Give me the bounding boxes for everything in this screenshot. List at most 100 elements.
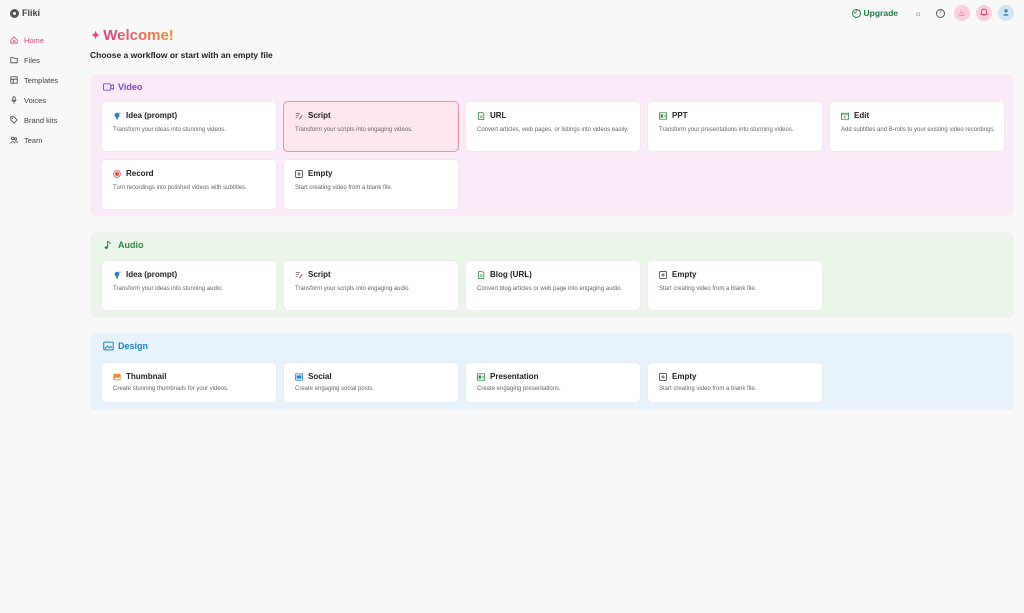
card-title: Blog (URL) (490, 270, 532, 279)
card-video-idea[interactable]: Idea (prompt) Transform your ideas into … (102, 102, 276, 151)
sidebar-item-voices[interactable]: Voices (8, 90, 78, 110)
section-title-label: Design (118, 341, 149, 351)
sidebar-item-label: Files (24, 55, 40, 65)
sparkle-icon: ✦ (91, 30, 101, 42)
presentation-icon (477, 372, 485, 381)
document-icon (477, 111, 485, 120)
home-icon (10, 36, 18, 44)
card-description: Create engaging social posts. (295, 386, 375, 392)
section-title-label: Video (118, 82, 143, 92)
video-section: Video Idea (prompt) Transform your ideas… (90, 74, 1014, 216)
logo-icon (10, 8, 19, 18)
upgrade-label: Upgrade (863, 8, 898, 18)
audio-section: Audio Idea (prompt) Transform your ideas… (90, 232, 1014, 318)
sun-icon: ☼ (914, 8, 922, 18)
add-square-icon (295, 169, 303, 178)
check-circle-icon: ✓ (851, 8, 861, 18)
app-logo[interactable]: Fliki (10, 8, 40, 18)
notifications-button[interactable] (976, 5, 992, 21)
card-description: Start creating video from a blank file. (295, 185, 393, 191)
theme-toggle-button[interactable]: ☼ (910, 5, 926, 21)
card-audio-script[interactable]: Script Transform your scripts into engag… (284, 261, 458, 310)
help-icon: ? (935, 8, 945, 18)
template-icon (10, 76, 18, 84)
card-description: Start creating video from a blank file. (659, 286, 757, 292)
record-icon (113, 169, 121, 178)
card-video-ppt[interactable]: PPT Transform your presentations into st… (648, 102, 822, 151)
card-title: Presentation (490, 372, 539, 381)
notification-fire-button[interactable]: ♨ (954, 5, 970, 21)
card-title: URL (490, 111, 507, 120)
sidebar-item-team[interactable]: Team (8, 130, 78, 150)
help-button[interactable]: ? (932, 5, 948, 21)
app-name: Fliki (22, 8, 41, 18)
sidebar-item-label: Home (24, 35, 45, 45)
card-title: Idea (prompt) (126, 111, 178, 120)
sidebar-item-label: Voices (24, 95, 47, 105)
card-title: Edit (854, 111, 870, 120)
sidebar-item-home[interactable]: Home (8, 30, 78, 50)
microphone-icon (10, 96, 18, 104)
welcome-text: Welcome! (103, 27, 174, 44)
card-description: Add subtitles and B-rolls to your existi… (841, 127, 996, 133)
music-note-icon (103, 240, 114, 250)
folder-icon (10, 56, 18, 64)
page-title: ✦ Welcome! (91, 27, 174, 44)
team-icon (10, 136, 18, 144)
card-design-presentation[interactable]: Presentation Create engaging presentatio… (466, 363, 640, 402)
card-description: Create engaging presentations. (477, 386, 561, 392)
app-root: Fliki Home Files Templates Voices Brand … (0, 0, 1024, 613)
card-description: Turn recordings into polished videos wit… (113, 185, 247, 191)
user-icon (1002, 8, 1010, 18)
design-section: Design Thumbnail Create stunning thumbna… (90, 333, 1014, 410)
card-design-thumbnail[interactable]: Thumbnail Create stunning thumbnails for… (102, 363, 276, 402)
card-title: Thumbnail (126, 372, 167, 381)
upgrade-button[interactable]: ✓ Upgrade (851, 8, 898, 18)
add-square-icon (659, 372, 667, 381)
bell-icon (979, 8, 989, 18)
card-title: PPT (672, 111, 688, 120)
card-video-empty[interactable]: Empty Start creating video from a blank … (284, 160, 458, 209)
presentation-icon (659, 111, 667, 120)
card-design-empty[interactable]: Empty Start creating video from a blank … (648, 363, 822, 402)
card-audio-empty[interactable]: Empty Start creating video from a blank … (648, 261, 822, 310)
sidebar: Fliki Home Files Templates Voices Brand … (0, 0, 80, 613)
card-video-record[interactable]: Record Turn recordings into polished vid… (102, 160, 276, 209)
card-design-social[interactable]: Social Create engaging social posts. (284, 363, 458, 402)
page-subtitle: Choose a workflow or start with an empty… (90, 50, 273, 60)
script-icon (295, 271, 303, 279)
sidebar-item-brand-kits[interactable]: Brand kits (8, 110, 78, 130)
social-icon (295, 372, 303, 381)
sidebar-item-label: Team (24, 135, 43, 145)
card-title: Idea (prompt) (126, 270, 178, 279)
card-video-edit[interactable]: Edit Add subtitles and B-rolls to your e… (830, 102, 1004, 151)
card-title: Script (308, 111, 331, 120)
card-title: Empty (672, 270, 697, 279)
tag-icon (10, 116, 18, 124)
section-title-video: Video (103, 82, 142, 92)
card-audio-idea[interactable]: Idea (prompt) Transform your ideas into … (102, 261, 276, 310)
card-video-url[interactable]: URL Convert articles, web pages, or list… (466, 102, 640, 151)
card-audio-blog[interactable]: Blog (URL) Convert blog articles or web … (466, 261, 640, 310)
topbar: ✓ Upgrade ☼ ? ♨ (851, 5, 1014, 21)
add-square-icon (659, 270, 667, 279)
card-title: Empty (672, 372, 697, 381)
card-description: Convert blog articles or web page into e… (477, 286, 623, 292)
card-description: Create stunning thumbnails for your vide… (113, 386, 229, 392)
card-video-script[interactable]: Script Transform your scripts into engag… (284, 102, 458, 151)
card-title: Empty (308, 169, 333, 178)
sidebar-item-templates[interactable]: Templates (8, 70, 78, 90)
section-title-design: Design (103, 341, 148, 351)
card-title: Record (126, 169, 154, 178)
card-description: Transform your ideas into stunning audio… (113, 286, 224, 292)
thumbnail-icon (113, 373, 121, 381)
section-title-label: Audio (118, 240, 144, 250)
sidebar-item-label: Templates (24, 75, 59, 85)
lightbulb-icon (113, 270, 121, 279)
user-avatar[interactable] (998, 5, 1014, 21)
card-description: Transform your ideas into stunning video… (113, 127, 226, 133)
card-title: Script (308, 270, 331, 279)
lightbulb-icon (113, 111, 121, 120)
sidebar-nav: Home Files Templates Voices Brand kits T… (8, 30, 78, 150)
sidebar-item-files[interactable]: Files (8, 50, 78, 70)
